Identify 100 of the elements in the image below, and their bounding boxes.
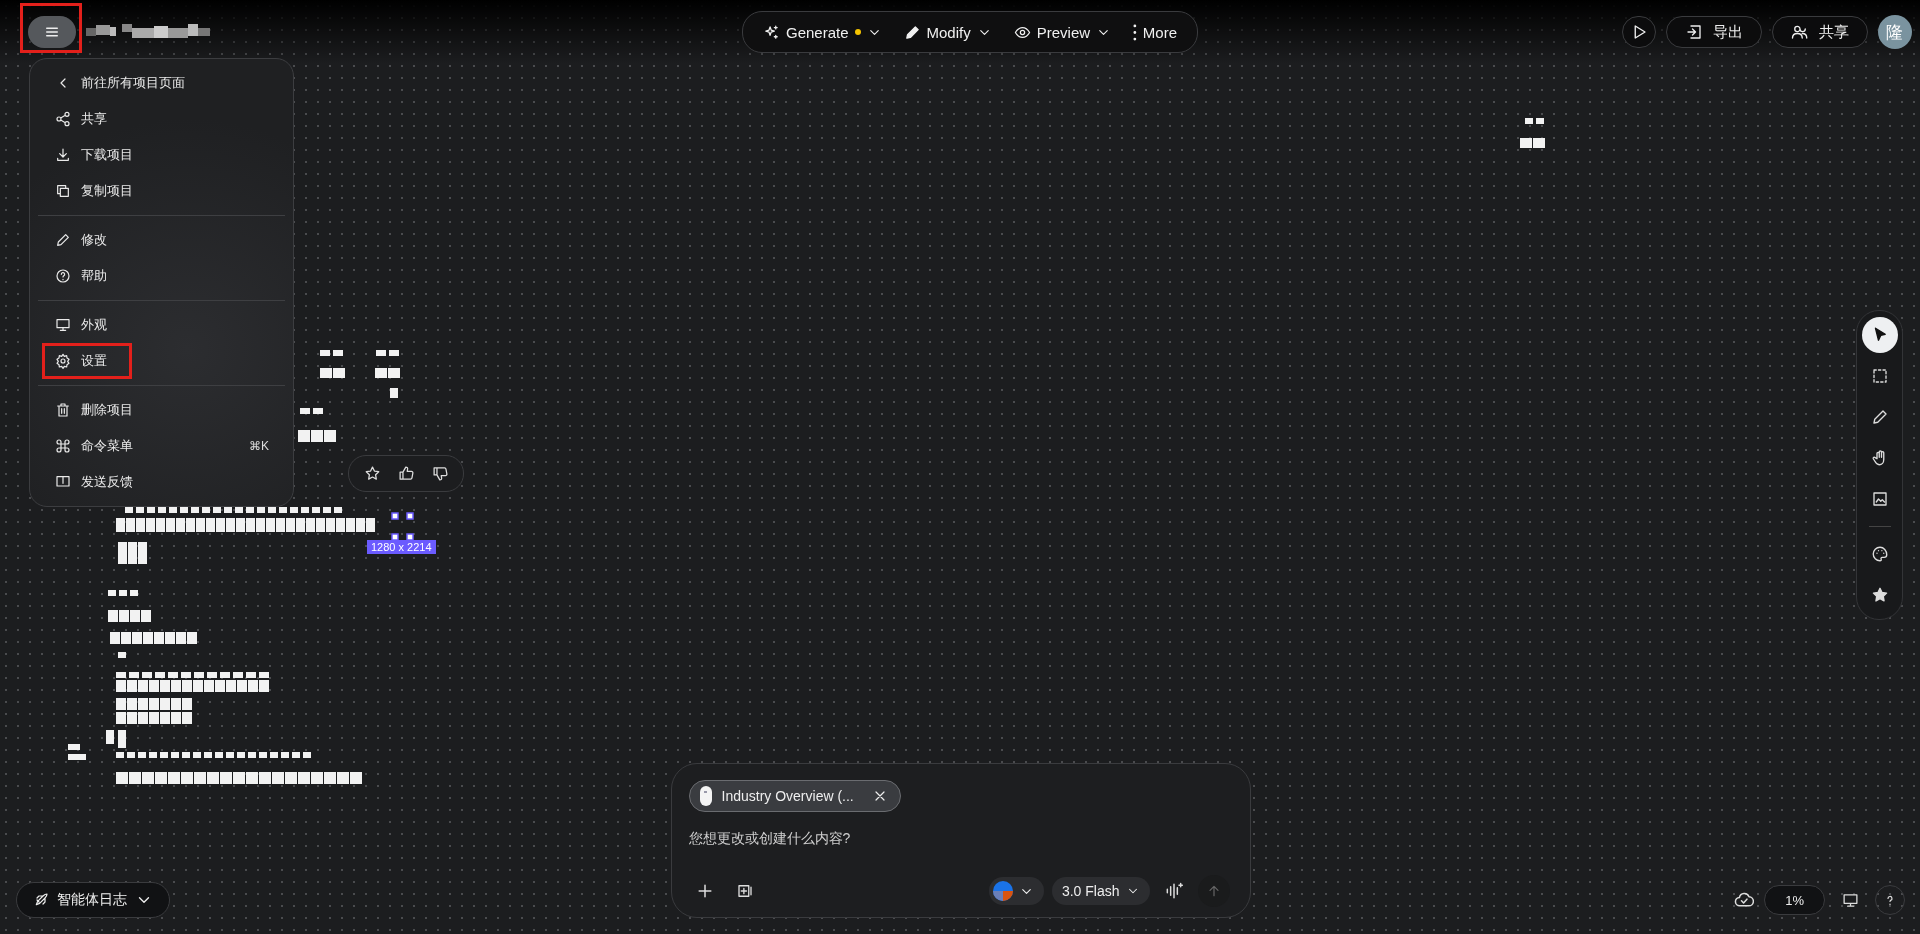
toolbar-button[interactable]: Preview: [1009, 23, 1116, 41]
artboard-thumbnail[interactable]: [176, 632, 186, 644]
artboard-thumbnail[interactable]: [149, 712, 159, 724]
prompt-input[interactable]: 您想更改或创建什么内容?: [688, 828, 1230, 848]
artboard-thumbnail[interactable]: [126, 518, 135, 532]
artboard-thumbnail[interactable]: [187, 632, 197, 644]
artboard-thumbnail[interactable]: [259, 772, 271, 784]
artboard-thumbnail[interactable]: [186, 518, 195, 532]
artboard-thumbnail[interactable]: [138, 542, 147, 564]
artboard-thumbnail[interactable]: [156, 518, 165, 532]
artboard-thumbnail[interactable]: [118, 542, 127, 564]
artboard-thumbnail[interactable]: [116, 518, 125, 532]
artboard-thumbnail[interactable]: [298, 772, 310, 784]
artboard-thumbnail[interactable]: [136, 518, 145, 532]
menu-item[interactable]: 前往所有项目页面: [30, 65, 293, 101]
artboard-thumbnail[interactable]: [121, 632, 131, 644]
artboard-thumbnail[interactable]: [206, 518, 215, 532]
artboard-thumbnail[interactable]: [194, 772, 206, 784]
artboard-thumbnail[interactable]: [226, 680, 236, 692]
artboard-thumbnail[interactable]: [204, 680, 214, 692]
artboard-thumbnail[interactable]: [118, 730, 126, 748]
artboard-thumbnail[interactable]: [168, 772, 180, 784]
artboard-thumbnail[interactable]: [165, 632, 175, 644]
menu-item[interactable]: 命令菜单 ⌘K: [30, 428, 293, 464]
artboard-thumbnail[interactable]: [390, 388, 398, 398]
artboard-thumbnail[interactable]: [207, 772, 219, 784]
model-picker[interactable]: 3.0 Flash: [1051, 877, 1150, 905]
artboard-thumbnail[interactable]: [181, 772, 193, 784]
artboard-thumbnail[interactable]: [316, 518, 325, 532]
artboard-thumbnail[interactable]: [324, 772, 336, 784]
play-button[interactable]: [1622, 16, 1656, 48]
artboard-thumbnail[interactable]: [116, 680, 126, 692]
attachment-chip[interactable]: Industry Overview (...: [688, 780, 901, 812]
artboard-thumbnail[interactable]: [324, 430, 336, 442]
artboard-thumbnail[interactable]: [171, 680, 181, 692]
artboard-thumbnail[interactable]: [130, 610, 140, 622]
artboard-thumbnail[interactable]: [246, 518, 255, 532]
toolbar-button[interactable]: Generate: [759, 23, 886, 41]
artboard-thumbnail[interactable]: [311, 772, 323, 784]
artboard-thumbnail[interactable]: [193, 680, 203, 692]
artboard-thumbnail[interactable]: [116, 772, 128, 784]
artboard-thumbnail[interactable]: [127, 712, 137, 724]
tool-button[interactable]: [1861, 317, 1898, 353]
send-button[interactable]: [1197, 875, 1230, 907]
artboard-thumbnail[interactable]: [266, 518, 275, 532]
artboard-thumbnail[interactable]: [346, 518, 355, 532]
artboard-thumbnail[interactable]: [138, 698, 148, 710]
artboard-thumbnail[interactable]: [350, 772, 362, 784]
artboard-thumbnail[interactable]: [333, 368, 345, 378]
menu-item[interactable]: 删除项目: [30, 392, 293, 428]
toolbar-button[interactable]: Modify: [899, 23, 996, 41]
artboard-thumbnail[interactable]: [286, 518, 295, 532]
artboard-thumbnail[interactable]: [306, 518, 315, 532]
artboard-thumbnail[interactable]: [128, 542, 137, 564]
artboard-thumbnail[interactable]: [160, 712, 170, 724]
artboard-thumbnail[interactable]: [320, 368, 332, 378]
artboard-thumbnail[interactable]: [1520, 138, 1532, 148]
artboard-thumbnail[interactable]: [127, 698, 137, 710]
menu-button[interactable]: [28, 16, 76, 48]
selection-handles[interactable]: [391, 512, 414, 541]
artboard-thumbnail[interactable]: [356, 518, 365, 532]
artboard-thumbnail[interactable]: [127, 680, 137, 692]
artboard-thumbnail[interactable]: [129, 772, 141, 784]
menu-item[interactable]: 帮助: [30, 258, 293, 294]
artboard-thumbnail[interactable]: [160, 698, 170, 710]
artboard-thumbnail[interactable]: [171, 698, 181, 710]
artboard-thumbnail[interactable]: [116, 712, 126, 724]
menu-item[interactable]: 下载项目: [30, 137, 293, 173]
artboard-thumbnail[interactable]: [110, 632, 120, 644]
artboard-thumbnail[interactable]: [215, 680, 225, 692]
artboard-thumbnail[interactable]: [108, 610, 118, 622]
artboard-thumbnail[interactable]: [216, 518, 225, 532]
artboard-thumbnail[interactable]: [116, 698, 126, 710]
artboard-thumbnail[interactable]: [336, 518, 345, 532]
artboard-thumbnail[interactable]: [142, 772, 154, 784]
artboard-thumbnail[interactable]: [106, 730, 114, 744]
artboard-thumbnail[interactable]: [149, 680, 159, 692]
artboard-thumbnail[interactable]: [146, 518, 155, 532]
artboard-thumbnail[interactable]: [326, 518, 335, 532]
artboard-thumbnail[interactable]: [246, 772, 258, 784]
artboard-thumbnail[interactable]: [259, 680, 269, 692]
artboard-thumbnail[interactable]: [375, 368, 387, 378]
artboard-thumbnail[interactable]: [366, 518, 375, 532]
artboard-thumbnail[interactable]: [337, 772, 349, 784]
artboard-thumbnail[interactable]: [285, 772, 297, 784]
artboard-thumbnail[interactable]: [248, 680, 258, 692]
artboard-thumbnail[interactable]: [272, 772, 284, 784]
artboard-thumbnail[interactable]: [149, 698, 159, 710]
share-button[interactable]: 共享: [1772, 16, 1868, 48]
artboard-thumbnail[interactable]: [141, 610, 151, 622]
menu-item[interactable]: 设置: [30, 343, 293, 379]
artboard-thumbnail[interactable]: [155, 772, 167, 784]
artboard-thumbnail[interactable]: [182, 698, 192, 710]
artboard-thumbnail[interactable]: [276, 518, 285, 532]
artboard-thumbnail[interactable]: [182, 712, 192, 724]
artboard-thumbnail[interactable]: [68, 744, 80, 750]
export-button[interactable]: 导出: [1666, 16, 1762, 48]
artboard-thumbnail[interactable]: [236, 518, 245, 532]
menu-item[interactable]: 共享: [30, 101, 293, 137]
artboard-thumbnail[interactable]: [118, 652, 126, 658]
